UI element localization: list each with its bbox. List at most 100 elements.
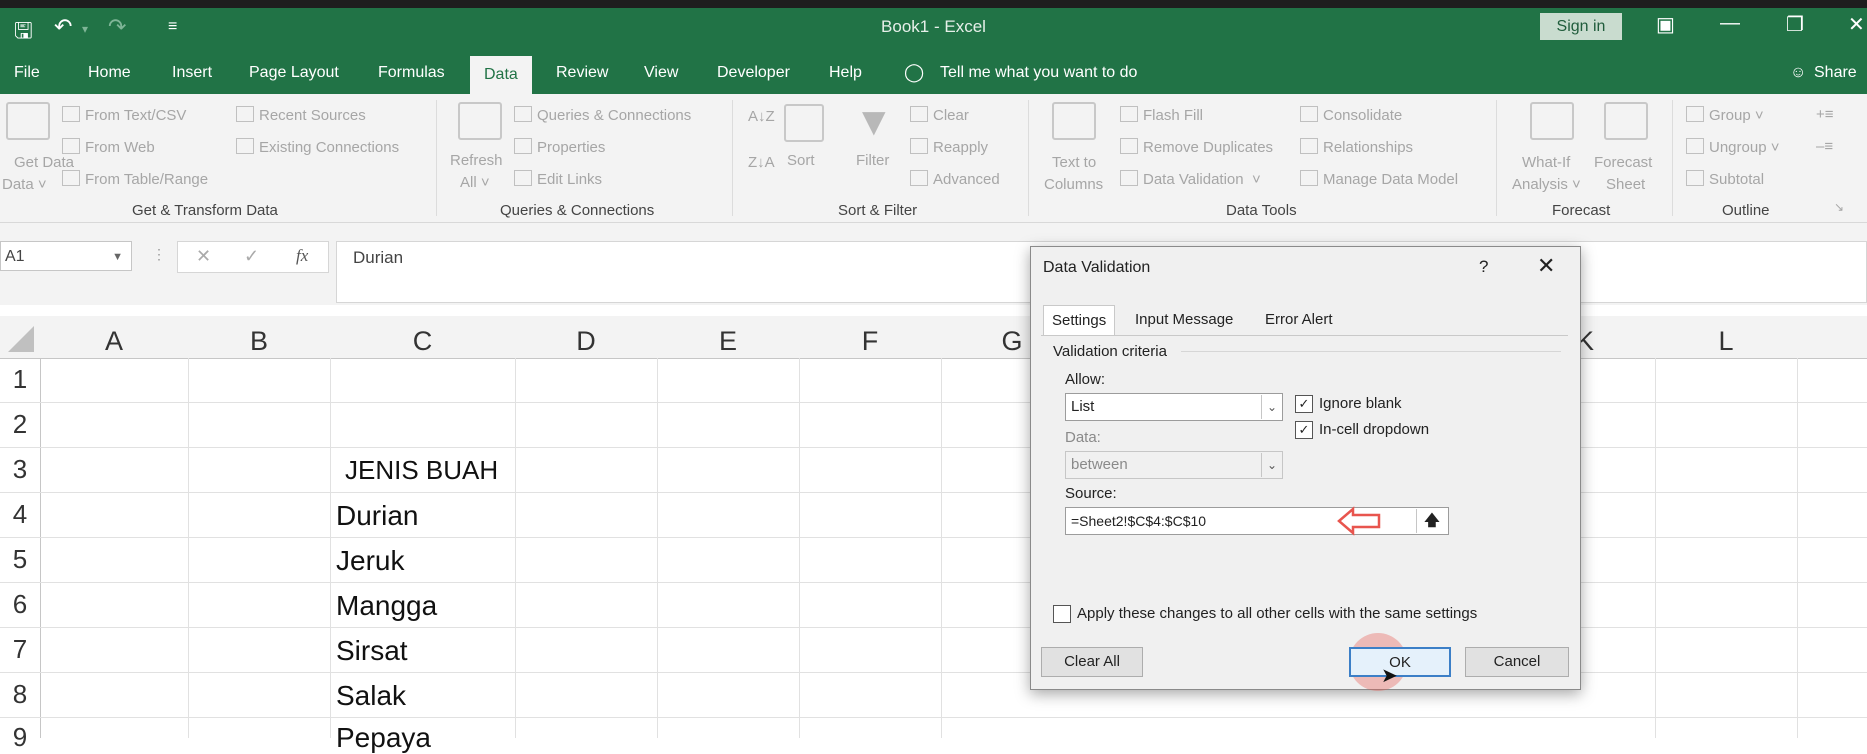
tab-view[interactable]: View — [644, 64, 678, 82]
row-header-1[interactable]: 1 — [0, 364, 40, 395]
cell-c6[interactable]: Mangga — [336, 590, 437, 622]
row-header-2[interactable]: 2 — [0, 409, 40, 440]
allow-dropdown[interactable]: List ⌄ — [1065, 393, 1283, 421]
restore-icon[interactable]: ❐ — [1786, 12, 1804, 37]
text-to-columns-label-2[interactable]: Columns — [1044, 176, 1103, 193]
queries-connections-button[interactable]: Queries & Connections — [514, 106, 691, 124]
tab-error-alert[interactable]: Error Alert — [1257, 305, 1341, 335]
row-header-8[interactable]: 8 — [0, 679, 40, 710]
row-header-7[interactable]: 7 — [0, 634, 40, 665]
tab-insert[interactable]: Insert — [172, 64, 212, 82]
forecast-sheet-icon[interactable] — [1604, 102, 1648, 140]
sign-in-button[interactable]: Sign in — [1540, 13, 1622, 40]
show-detail-icon[interactable]: +≡ — [1816, 106, 1834, 123]
share-button[interactable]: Share — [1814, 64, 1857, 82]
help-button[interactable]: ? — [1479, 257, 1488, 277]
column-header-c[interactable]: C — [330, 326, 515, 357]
outline-settings-icon[interactable]: ↘ — [1834, 200, 1844, 214]
edit-links-button[interactable]: Edit Links — [514, 170, 602, 188]
tab-page-layout[interactable]: Page Layout — [249, 64, 339, 82]
what-if-icon[interactable] — [1530, 102, 1574, 140]
refresh-all-arrow-label[interactable]: All ˅ — [460, 174, 490, 191]
ok-button[interactable]: OK — [1349, 647, 1451, 677]
close-icon[interactable]: ✕ — [1537, 253, 1555, 279]
column-header-e[interactable]: E — [657, 326, 799, 357]
cancel-button[interactable]: Cancel — [1465, 647, 1569, 677]
cell-c9[interactable]: Pepaya — [336, 722, 431, 754]
from-table-range-button[interactable]: From Table/Range — [62, 170, 208, 188]
subtotal-button[interactable]: Subtotal — [1686, 170, 1764, 188]
sort-label[interactable]: Sort — [787, 152, 815, 169]
tell-me-search[interactable]: Tell me what you want to do — [940, 64, 1137, 82]
name-box-dropdown-icon[interactable]: ▼ — [112, 242, 123, 272]
text-to-columns-label[interactable]: Text to — [1052, 154, 1096, 171]
confirm-entry-icon[interactable]: ✓ — [244, 246, 259, 267]
tab-file[interactable]: File — [14, 64, 40, 82]
insert-function-icon[interactable]: fx — [296, 246, 308, 266]
row-header-5[interactable]: 5 — [0, 544, 40, 575]
collapse-dialog-icon[interactable]: 🡅 — [1416, 509, 1447, 533]
source-input[interactable]: =Sheet2!$C$4:$C$10 — [1065, 507, 1449, 535]
chevron-down-icon[interactable]: ⌄ — [1261, 395, 1282, 419]
close-icon[interactable]: ✕ — [1848, 12, 1865, 37]
row-header-4[interactable]: 4 — [0, 499, 40, 530]
tab-review[interactable]: Review — [556, 64, 608, 82]
ungroup-button[interactable]: Ungroup ˅ — [1686, 138, 1779, 156]
filter-icon[interactable]: ▼ — [854, 100, 894, 145]
what-if-label-2[interactable]: Analysis ˅ — [1512, 176, 1581, 193]
get-data-icon[interactable] — [6, 102, 50, 140]
cell-c7[interactable]: Sirsat — [336, 635, 408, 667]
get-data-arrow-label[interactable]: Data ˅ — [2, 176, 47, 193]
remove-duplicates-button[interactable]: Remove Duplicates — [1120, 138, 1273, 156]
select-all-icon[interactable] — [8, 326, 34, 352]
text-to-columns-icon[interactable] — [1052, 102, 1096, 140]
relationships-button[interactable]: Relationships — [1300, 138, 1413, 156]
get-data-label[interactable]: Get Data — [14, 154, 74, 171]
filter-label[interactable]: Filter — [856, 152, 889, 169]
cell-c8[interactable]: Salak — [336, 680, 406, 712]
minimize-icon[interactable]: — — [1720, 12, 1740, 35]
share-icon[interactable]: ☺ — [1790, 64, 1806, 82]
column-header-l[interactable]: L — [1655, 326, 1797, 357]
existing-connections-button[interactable]: Existing Connections — [236, 138, 399, 156]
properties-button[interactable]: Properties — [514, 138, 605, 156]
sort-dialog-icon[interactable] — [784, 104, 824, 142]
tab-help[interactable]: Help — [829, 64, 862, 82]
consolidate-button[interactable]: Consolidate — [1300, 106, 1402, 124]
column-header-f[interactable]: F — [799, 326, 941, 357]
ignore-blank-checkbox[interactable]: ✓ — [1295, 395, 1313, 413]
clear-button[interactable]: Clear — [910, 106, 969, 124]
data-validation-button[interactable]: Data Validation ˅ — [1120, 170, 1261, 188]
tab-data[interactable]: Data — [470, 56, 532, 94]
row-header-3[interactable]: 3 — [0, 454, 40, 485]
name-box[interactable]: A1 ▼ — [0, 241, 132, 271]
cell-c4[interactable]: Durian — [336, 500, 418, 532]
tab-formulas[interactable]: Formulas — [378, 64, 445, 82]
clear-all-button[interactable]: Clear All — [1041, 647, 1143, 677]
manage-data-model-button[interactable]: Manage Data Model — [1300, 170, 1458, 188]
ribbon-display-icon[interactable]: ▣ — [1656, 12, 1675, 37]
refresh-all-label[interactable]: Refresh — [450, 152, 503, 169]
cell-c3[interactable]: JENIS BUAH — [345, 455, 498, 486]
column-header-d[interactable]: D — [515, 326, 657, 357]
forecast-sheet-label[interactable]: Forecast — [1594, 154, 1652, 171]
from-web-button[interactable]: From Web — [62, 138, 155, 156]
in-cell-dropdown-checkbox[interactable]: ✓ — [1295, 421, 1313, 439]
hide-detail-icon[interactable]: –≡ — [1816, 138, 1833, 155]
forecast-sheet-label-2[interactable]: Sheet — [1606, 176, 1645, 193]
apply-all-checkbox[interactable] — [1053, 605, 1071, 623]
sort-az-icon[interactable]: A↓Z — [748, 108, 775, 125]
tab-developer[interactable]: Developer — [717, 64, 790, 82]
tab-settings[interactable]: Settings — [1043, 305, 1116, 336]
reapply-button[interactable]: Reapply — [910, 138, 988, 156]
advanced-button[interactable]: Advanced — [910, 170, 1000, 188]
sort-za-icon[interactable]: Z↓A — [748, 154, 775, 171]
cell-c5[interactable]: Jeruk — [336, 545, 404, 577]
cancel-entry-icon[interactable]: ✕ — [196, 246, 211, 267]
recent-sources-button[interactable]: Recent Sources — [236, 106, 366, 124]
row-header-6[interactable]: 6 — [0, 589, 40, 620]
tab-input-message[interactable]: Input Message — [1127, 305, 1241, 335]
refresh-all-icon[interactable] — [458, 102, 502, 140]
tab-home[interactable]: Home — [88, 64, 131, 82]
what-if-label[interactable]: What-If — [1522, 154, 1570, 171]
